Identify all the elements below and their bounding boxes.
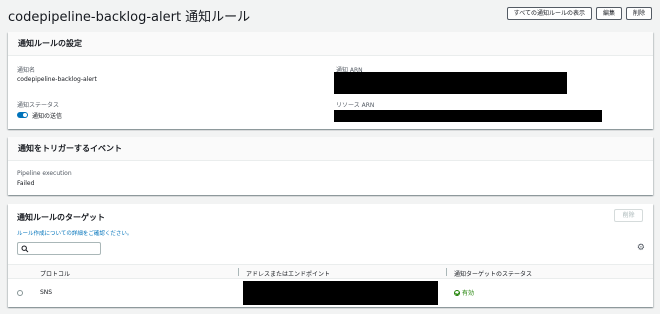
row-protocol: SNS xyxy=(40,289,53,296)
arn-redaction xyxy=(334,72,567,94)
endpoint-redaction xyxy=(243,281,438,305)
table-row[interactable]: SNS 有効 xyxy=(8,279,653,307)
row-status: 有効 xyxy=(454,288,474,297)
targets-panel: 通知ルールのターゲット 削除 ルール作成についての詳細をご確認ください。 ⚙ プ… xyxy=(8,204,653,307)
trigger-panel: 通知をトリガーするイベント Pipeline execution Failed xyxy=(8,137,653,195)
event-label: Pipeline execution xyxy=(17,170,72,177)
trigger-panel-header: 通知をトリガーするイベント xyxy=(8,137,653,161)
search-input[interactable] xyxy=(17,242,101,255)
status-label: 通知ステータス xyxy=(17,102,60,109)
event-value: Failed xyxy=(17,180,35,187)
trigger-panel-title: 通知をトリガーするイベント xyxy=(18,144,122,153)
resource-arn-label: リソース ARN xyxy=(336,102,375,109)
targets-panel-title: 通知ルールのターゲット xyxy=(17,213,105,222)
targets-panel-header: 通知ルールのターゲット xyxy=(17,212,105,223)
check-circle-icon xyxy=(454,289,460,296)
gear-icon[interactable]: ⚙ xyxy=(637,244,645,253)
target-delete-button[interactable]: 削除 xyxy=(614,209,643,222)
row-status-text: 有効 xyxy=(462,290,475,297)
delete-button[interactable]: 削除 xyxy=(625,7,652,20)
edit-button[interactable]: 編集 xyxy=(595,7,622,20)
column-separator xyxy=(238,268,239,276)
column-status: 通知ターゲットのステータス xyxy=(454,271,533,278)
column-separator xyxy=(446,268,447,276)
settings-panel-header: 通知ルールの設定 xyxy=(8,32,653,56)
name-value: codepipeline-backlog-alert xyxy=(17,76,97,83)
page-title: codepipeline-backlog-alert 通知ルール xyxy=(8,10,251,25)
settings-panel-title: 通知ルールの設定 xyxy=(18,39,82,48)
page-header: codepipeline-backlog-alert 通知ルール すべての通知ル… xyxy=(8,4,652,25)
row-select-radio[interactable] xyxy=(17,290,23,296)
table-header: プロトコル アドレスまたはエンドポイント 通知ターゲットのステータス xyxy=(8,264,653,279)
column-endpoint: アドレスまたはエンドポイント xyxy=(246,271,331,278)
status-value: 通知の送信 xyxy=(32,113,63,120)
settings-panel: 通知ルールの設定 通知名 codepipeline-backlog-alert … xyxy=(8,32,653,129)
resource-arn-redaction xyxy=(334,110,602,122)
help-link[interactable]: ルール作成についての詳細をご確認ください。 xyxy=(17,229,132,237)
toggle-icon[interactable] xyxy=(17,112,28,118)
view-all-rules-button[interactable]: すべての通知ルールの表示 xyxy=(506,7,592,20)
name-label: 通知名 xyxy=(17,67,36,74)
column-protocol: プロトコル xyxy=(40,271,71,278)
search-icon xyxy=(21,245,29,253)
header-actions: すべての通知ルールの表示 編集 削除 xyxy=(506,7,652,20)
